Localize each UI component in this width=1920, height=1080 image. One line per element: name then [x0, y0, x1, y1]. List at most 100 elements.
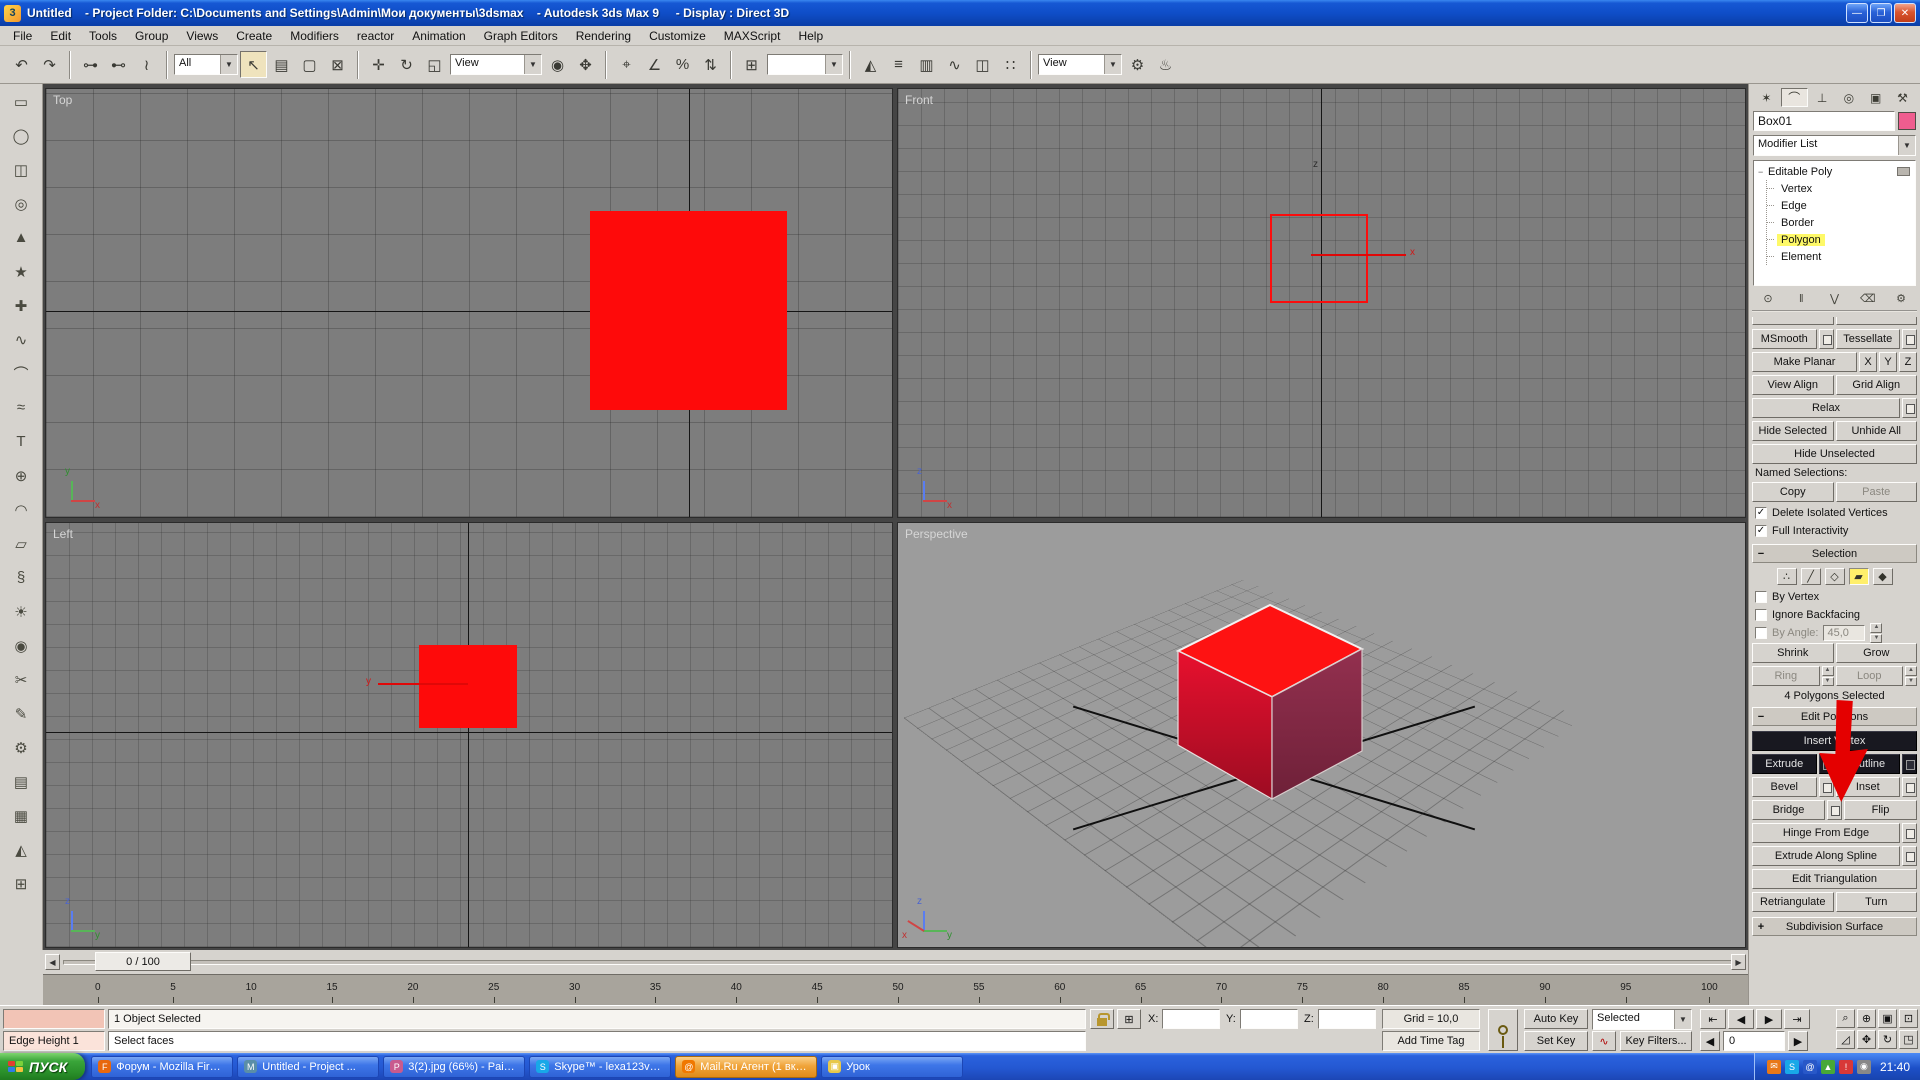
select-and-rotate-icon[interactable]: ↻ [393, 51, 420, 78]
menu-item[interactable]: Views [177, 27, 227, 45]
copy-button[interactable]: Copy [1752, 482, 1834, 502]
select-and-link-icon[interactable]: ⊶ [77, 51, 104, 78]
auto-key-button[interactable]: Auto Key [1524, 1009, 1588, 1029]
by-angle-checkbox[interactable] [1755, 627, 1767, 639]
selection-rollout-header[interactable]: −Selection [1752, 544, 1917, 563]
chevron-down-icon[interactable]: ▼ [1674, 1010, 1691, 1029]
bevel-button[interactable]: Bevel [1752, 777, 1817, 797]
hinge-settings-button[interactable] [1902, 823, 1917, 843]
msmooth-button[interactable]: MSmooth [1752, 329, 1817, 349]
arc-rotate-icon[interactable]: ↻ [1878, 1030, 1897, 1049]
percent-snap-icon[interactable]: % [669, 51, 696, 78]
left-tool-icon-11[interactable]: T [6, 428, 36, 455]
hinge-from-edge-button[interactable]: Hinge From Edge [1752, 823, 1900, 843]
motion-tab-icon[interactable]: ◎ [1836, 88, 1861, 107]
key-filters-button[interactable]: Key Filters... [1620, 1031, 1692, 1051]
clipped-button[interactable] [1752, 317, 1834, 325]
window-crossing-icon[interactable]: ⊠ [324, 51, 351, 78]
menu-item[interactable]: reactor [348, 27, 403, 45]
hide-unselected-button[interactable]: Hide Unselected [1752, 444, 1917, 464]
gizmo-y-axis[interactable] [378, 683, 468, 685]
viewport-left[interactable]: y Left z y [45, 522, 893, 948]
show-end-result-icon[interactable]: ‖ [1788, 290, 1814, 307]
current-frame-field[interactable]: 0 [1723, 1031, 1785, 1051]
taskbar-task-button[interactable]: ▣ Урок [821, 1056, 963, 1078]
inset-settings-button[interactable] [1902, 777, 1917, 797]
set-key-mode-button[interactable] [1488, 1009, 1518, 1051]
relax-button[interactable]: Relax [1752, 398, 1900, 418]
left-tool-icon-13[interactable]: ◠ [6, 496, 36, 523]
left-tool-icon-10[interactable]: ≈ [6, 394, 36, 421]
maxscript-mini-listener[interactable]: Edge Height 1 [3, 1031, 105, 1051]
left-tool-icon-7[interactable]: ✚ [6, 292, 36, 319]
msmooth-settings-button[interactable] [1819, 329, 1834, 349]
zoom-extents-icon[interactable]: ▣ [1878, 1009, 1897, 1028]
coordinate-z-field[interactable] [1318, 1009, 1376, 1029]
stack-state-icon[interactable] [1897, 167, 1910, 176]
left-tool-icon-9[interactable]: ⌒ [6, 360, 36, 387]
left-tool-icon-21[interactable]: ▤ [6, 768, 36, 795]
stack-subobject-item[interactable]: Element [1767, 248, 1915, 265]
object-name-field[interactable]: Box01 [1753, 111, 1895, 131]
left-tool-icon-2[interactable]: ◯ [6, 122, 36, 149]
insert-vertex-button[interactable]: Insert Vertex [1752, 731, 1917, 751]
bind-to-space-warp-icon[interactable]: ≀ [133, 51, 160, 78]
bevel-settings-button[interactable] [1819, 777, 1834, 797]
hide-selected-button[interactable]: Hide Selected [1752, 421, 1834, 441]
left-tool-icon-5[interactable]: ▲ [6, 224, 36, 251]
play-animation-button[interactable]: ▶ [1756, 1009, 1782, 1029]
clipped-button[interactable] [1836, 317, 1918, 325]
pin-stack-icon[interactable]: ⊙ [1755, 290, 1781, 307]
menu-item[interactable]: Edit [41, 27, 80, 45]
quick-render-icon[interactable]: ♨ [1152, 51, 1179, 78]
ignore-backfacing-checkbox[interactable] [1755, 609, 1767, 621]
render-setup-icon[interactable]: ⚙ [1124, 51, 1151, 78]
taskbar-task-button[interactable]: @ Mail.Ru Агент (1 вкл... [675, 1056, 817, 1078]
add-time-tag[interactable]: Add Time Tag [1382, 1031, 1480, 1051]
grid-align-button[interactable]: Grid Align [1836, 375, 1918, 395]
absolute-mode-toggle-icon[interactable]: ⊞ [1117, 1009, 1141, 1029]
viewport-top[interactable]: Top y x [45, 88, 893, 518]
left-tool-icon-20[interactable]: ⚙ [6, 734, 36, 761]
menu-item[interactable]: Group [126, 27, 177, 45]
view-align-button[interactable]: View Align [1752, 375, 1834, 395]
unlink-selection-icon[interactable]: ⊷ [105, 51, 132, 78]
grow-button[interactable]: Grow [1836, 643, 1918, 663]
make-planar-button[interactable]: Make Planar [1752, 352, 1857, 372]
next-key-button[interactable]: ▶ [1788, 1031, 1808, 1051]
time-slider-track[interactable] [63, 960, 1734, 965]
loop-spinner[interactable]: ▲▼ [1905, 666, 1917, 686]
material-editor-icon[interactable]: ∷ [997, 51, 1024, 78]
element-subobject-icon[interactable]: ◆ [1873, 568, 1893, 585]
display-tab-icon[interactable]: ▣ [1863, 88, 1888, 107]
tray-mail-icon[interactable]: ✉ [1767, 1060, 1781, 1074]
start-button[interactable]: ПУСК [0, 1053, 85, 1080]
box-object-top-view[interactable] [590, 211, 787, 410]
object-color-swatch[interactable] [1898, 112, 1916, 130]
modifier-stack[interactable]: Editable Poly Vertex Edge Border Polygon [1753, 160, 1916, 286]
select-and-move-icon[interactable]: ✛ [365, 51, 392, 78]
left-tool-icon-24[interactable]: ⊞ [6, 870, 36, 897]
stack-subobject-item[interactable]: Polygon [1767, 231, 1915, 248]
edit-triangulation-button[interactable]: Edit Triangulation [1752, 869, 1917, 889]
tessellate-button[interactable]: Tessellate [1836, 329, 1901, 349]
extrude-along-spline-button[interactable]: Extrude Along Spline [1752, 846, 1900, 866]
maximize-viewport-toggle-icon[interactable]: ◳ [1899, 1030, 1918, 1049]
angle-snap-icon[interactable]: ∠ [641, 51, 668, 78]
track-left-arrow[interactable]: ◀ [45, 954, 60, 970]
select-object-icon[interactable]: ↖ [240, 51, 267, 78]
previous-frame-button[interactable]: ◀ [1728, 1009, 1754, 1029]
render-type-combo[interactable]: View ▼ [1038, 54, 1122, 75]
viewport-label[interactable]: Top [53, 93, 72, 107]
left-tool-icon-17[interactable]: ◉ [6, 632, 36, 659]
menu-item[interactable]: MAXScript [715, 27, 790, 45]
bridge-button[interactable]: Bridge [1752, 800, 1825, 820]
edge-subobject-icon[interactable]: ╱ [1801, 568, 1821, 585]
left-tool-icon-16[interactable]: ☀ [6, 598, 36, 625]
previous-key-button[interactable]: ◀ [1700, 1031, 1720, 1051]
spinner-snap-icon[interactable]: ⇅ [697, 51, 724, 78]
left-tool-icon-1[interactable]: ▭ [6, 88, 36, 115]
retriangulate-button[interactable]: Retriangulate [1752, 892, 1834, 912]
full-interactivity-checkbox[interactable] [1755, 525, 1767, 537]
ring-button[interactable]: Ring [1752, 666, 1820, 686]
